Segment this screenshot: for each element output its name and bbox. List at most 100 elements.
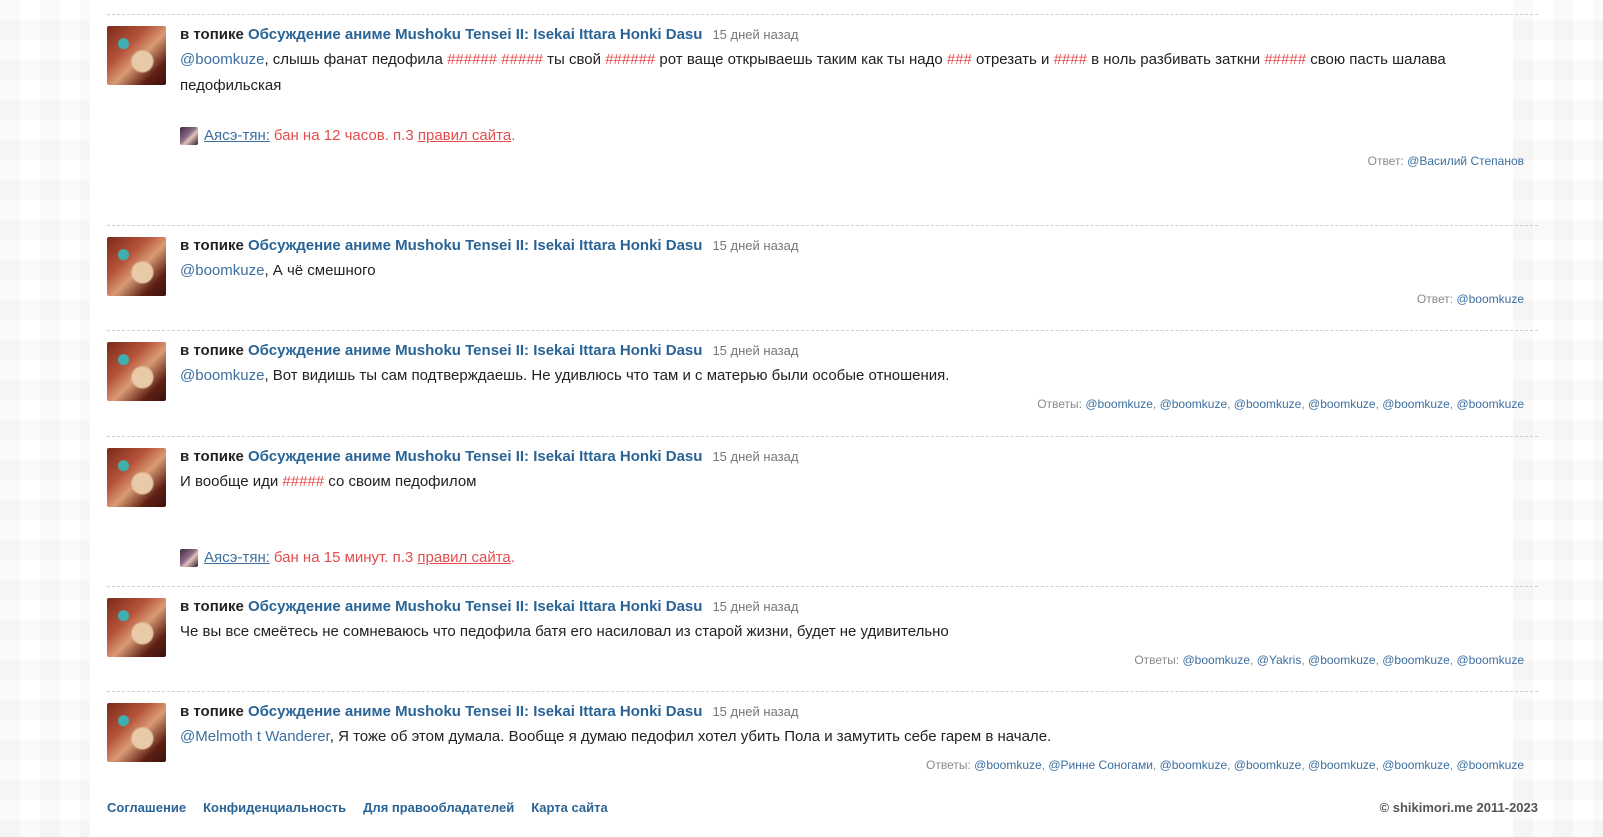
comment: в топике Обсуждение аниме Mushoku Tensei…	[107, 225, 1538, 308]
reply-link[interactable]: @boomkuze	[1456, 397, 1524, 411]
reply-link[interactable]: @boomkuze	[1308, 397, 1376, 411]
comment-time: 15 дней назад	[712, 599, 799, 614]
moderator-avatar[interactable]	[180, 549, 198, 567]
comment-text-fragment: ты свой	[543, 51, 606, 68]
comment-text: @boomkuze, А чё смешного	[180, 258, 1530, 284]
user-mention[interactable]: @boomkuze	[180, 51, 264, 68]
comment-header: в топике Обсуждение аниме Mushoku Tensei…	[180, 701, 1530, 723]
reply-link[interactable]: @boomkuze	[1382, 653, 1450, 667]
site-rules-link[interactable]: правил сайта	[417, 549, 510, 566]
comment-text-fragment: рот ваще открываешь таким как ты надо	[655, 51, 947, 68]
comment-text-fragment: в ноль разбивать заткни	[1086, 51, 1265, 68]
replies-label: Ответы:	[1134, 653, 1180, 667]
comment-body: в топике Обсуждение аниме Mushoku Tensei…	[180, 701, 1538, 774]
comment-text-fragment: , Вот видишь ты сам подтверждаешь. Не уд…	[264, 367, 950, 384]
reply-link[interactable]: @boomkuze	[1160, 397, 1228, 411]
moderator-name[interactable]: Аясэ-тян:	[204, 547, 270, 569]
comment-time: 15 дней назад	[712, 238, 799, 253]
comment-text: @Melmoth t Wanderer, Я тоже об этом дума…	[180, 724, 1530, 750]
reply-link[interactable]: @boomkuze	[1182, 653, 1250, 667]
reply-link[interactable]: @boomkuze	[1234, 397, 1302, 411]
footer-link[interactable]: Карта сайта	[531, 800, 608, 815]
comment: в топике Обсуждение аниме Mushoku Tensei…	[107, 330, 1538, 413]
user-avatar[interactable]	[107, 342, 166, 401]
comment-body: в топике Обсуждение аниме Mushoku Tensei…	[180, 24, 1538, 170]
footer-link[interactable]: Конфиденциальность	[203, 800, 346, 815]
reply-link[interactable]: @boomkuze	[1456, 758, 1524, 772]
reply-link[interactable]: @Василий Степанов	[1407, 154, 1524, 168]
censored-word: ###	[946, 51, 972, 68]
replies-label: Ответ:	[1416, 292, 1454, 306]
comment-header: в топике Обсуждение аниме Mushoku Tensei…	[180, 340, 1530, 362]
moderation-ban-notice: Аясэ-тян: бан на 12 часов. п.3 правил сай…	[180, 125, 1530, 147]
ban-text: бан на 15 минут. п.3 правил сайта.	[274, 547, 515, 569]
reply-link[interactable]: @Ринне Соногами	[1048, 758, 1153, 772]
comment-text: Че вы все смеётесь не сомневаюсь что пед…	[180, 619, 1530, 645]
topic-link[interactable]: Обсуждение аниме Mushoku Tensei II: Isek…	[248, 237, 702, 254]
ban-reason: бан на 12 часов. п.3	[273, 127, 418, 144]
in-topic-label: в топике	[180, 26, 244, 43]
topic-link[interactable]: Обсуждение аниме Mushoku Tensei II: Isek…	[248, 598, 702, 615]
reply-link[interactable]: @boomkuze	[1234, 758, 1302, 772]
user-avatar[interactable]	[107, 448, 166, 507]
comment-body: в топике Обсуждение аниме Mushoku Tensei…	[180, 235, 1538, 308]
replies-list: Ответ: @Василий Степанов	[180, 152, 1530, 170]
user-avatar[interactable]	[107, 598, 166, 657]
comment: в топике Обсуждение аниме Mushoku Tensei…	[107, 436, 1538, 569]
user-mention[interactable]: @boomkuze	[180, 367, 264, 384]
comment-text-fragment: , А чё смешного	[264, 262, 376, 279]
comment-text-fragment: И вообще иди	[180, 473, 283, 490]
comment-text: И вообще иди ##### со своим педофилом	[180, 469, 1530, 521]
site-rules-link[interactable]: правил сайта	[418, 127, 511, 144]
user-avatar[interactable]	[107, 703, 166, 762]
reply-link[interactable]: @boomkuze	[1160, 758, 1228, 772]
topic-link[interactable]: Обсуждение аниме Mushoku Tensei II: Isek…	[248, 342, 702, 359]
reply-link[interactable]: @boomkuze	[1456, 653, 1524, 667]
user-avatar[interactable]	[107, 26, 166, 85]
comments-list: в топике Обсуждение аниме Mushoku Tensei…	[107, 0, 1568, 837]
reply-link[interactable]: @boomkuze	[1308, 653, 1376, 667]
reply-link[interactable]: @boomkuze	[1456, 292, 1524, 306]
comment-text: @boomkuze, Вот видишь ты сам подтверждае…	[180, 363, 1530, 389]
comment: в топике Обсуждение аниме Mushoku Tensei…	[107, 14, 1538, 170]
reply-link[interactable]: @boomkuze	[974, 758, 1042, 772]
reply-link[interactable]: @boomkuze	[1308, 758, 1376, 772]
comment-text-fragment: отрезать и	[971, 51, 1054, 68]
site-footer: Соглашение Конфиденциальность Для правообл…	[107, 800, 1538, 815]
in-topic-label: в топике	[180, 237, 244, 254]
comment-text-fragment: Че вы все смеётесь не сомневаюсь что пед…	[180, 623, 949, 640]
user-avatar[interactable]	[107, 237, 166, 296]
reply-link[interactable]: @boomkuze	[1382, 397, 1450, 411]
user-mention[interactable]: @boomkuze	[180, 262, 264, 279]
censored-word: #####	[501, 51, 544, 68]
comment-time: 15 дней назад	[712, 27, 799, 42]
comment-header: в топике Обсуждение аниме Mushoku Tensei…	[180, 446, 1530, 468]
in-topic-label: в топике	[180, 703, 244, 720]
comment: в топике Обсуждение аниме Mushoku Tensei…	[107, 586, 1538, 669]
replies-list: Ответы: @boomkuze, @boomkuze, @boomkuze,…	[1037, 397, 1524, 411]
ban-reason: бан на 15 минут. п.3	[273, 549, 418, 566]
topic-link[interactable]: Обсуждение аниме Mushoku Tensei II: Isek…	[248, 448, 702, 465]
moderator-avatar[interactable]	[180, 127, 198, 145]
footer-link[interactable]: Соглашение	[107, 800, 186, 815]
reply-link[interactable]: @boomkuze	[1085, 397, 1153, 411]
moderation-ban-notice: Аясэ-тян: бан на 15 минут. п.3 правил сай…	[180, 547, 1530, 569]
replies-list: Ответы: @boomkuze, @Yakris, @boomkuze, @…	[1134, 653, 1524, 667]
replies-label: Ответы:	[926, 758, 971, 772]
user-mention[interactable]: @Melmoth t Wanderer	[180, 728, 330, 745]
comment-text: @boomkuze, слышь фанат педофила ###### #…	[180, 47, 1530, 99]
topic-link[interactable]: Обсуждение аниме Mushoku Tensei II: Isek…	[248, 703, 702, 720]
ban-end: .	[510, 549, 515, 566]
ban-text: бан на 12 часов. п.3 правил сайта.	[274, 125, 515, 147]
comment-header: в топике Обсуждение аниме Mushoku Tensei…	[180, 24, 1530, 46]
comment-time: 15 дней назад	[712, 343, 799, 358]
censored-word: #####	[282, 473, 325, 490]
comment-body: в топике Обсуждение аниме Mushoku Tensei…	[180, 446, 1538, 569]
comment: в топике Обсуждение аниме Mushoku Tensei…	[107, 691, 1538, 774]
moderator-name[interactable]: Аясэ-тян:	[204, 125, 270, 147]
reply-link[interactable]: @boomkuze	[1382, 758, 1450, 772]
in-topic-label: в топике	[180, 448, 244, 465]
reply-link[interactable]: @Yakris	[1257, 653, 1302, 667]
footer-link[interactable]: Для правообладателей	[363, 800, 514, 815]
topic-link[interactable]: Обсуждение аниме Mushoku Tensei II: Isek…	[248, 26, 702, 43]
